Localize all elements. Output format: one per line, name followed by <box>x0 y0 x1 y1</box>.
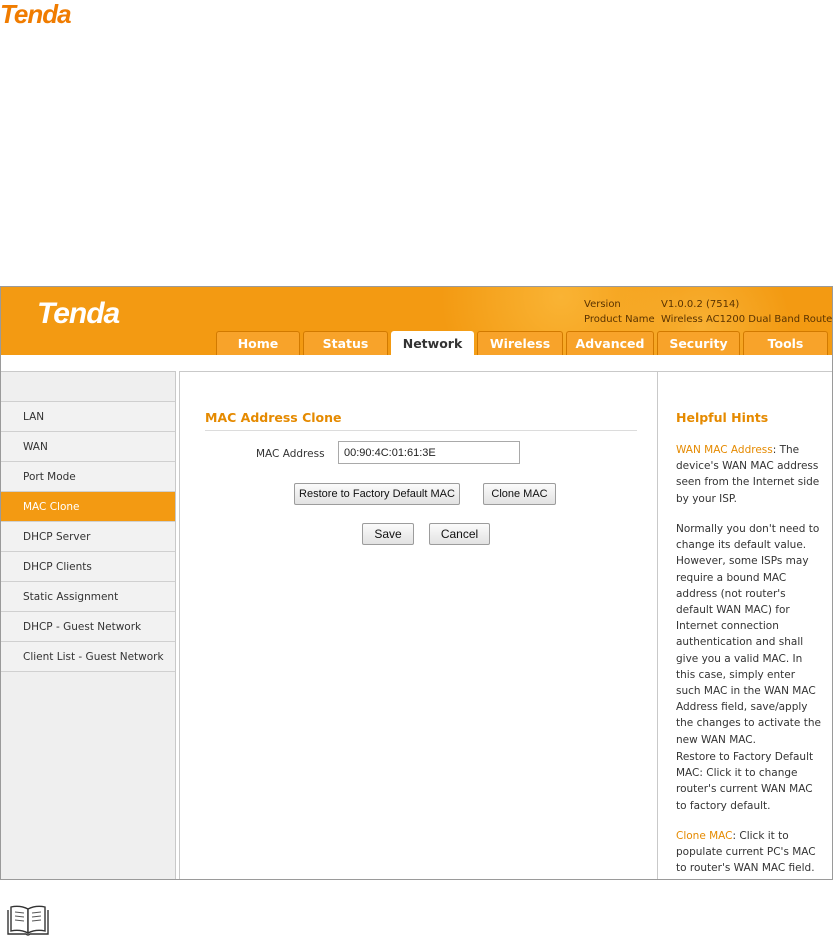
hints-title: Helpful Hints <box>676 410 769 425</box>
sidebar-item-port-mode[interactable]: Port Mode <box>1 462 175 492</box>
section-divider <box>205 430 637 431</box>
save-button[interactable]: Save <box>362 523 414 545</box>
product-name-value: Wireless AC1200 Dual Band Router <box>661 314 833 325</box>
hint-wan-mac: WAN MAC Address: The device's WAN MAC ad… <box>676 442 822 507</box>
header-logo: Tenda <box>37 297 120 330</box>
sidebar-item-mac-clone[interactable]: MAC Clone <box>1 492 175 522</box>
tab-advanced[interactable]: Advanced <box>566 331 654 355</box>
sidebar-item-static-assignment[interactable]: Static Assignment <box>1 582 175 612</box>
product-name-label: Product Name <box>584 314 655 325</box>
sidebar: LAN WAN Port Mode MAC Clone DHCP Server … <box>1 371 176 879</box>
page: Tenda Tenda Version V1.0.0.2 (7514) Prod… <box>0 0 833 945</box>
sidebar-item-wan[interactable]: WAN <box>1 432 175 462</box>
sidebar-item-dhcp-server[interactable]: DHCP Server <box>1 522 175 552</box>
book-icon <box>7 905 49 936</box>
version-info: Version V1.0.0.2 (7514) Product Name Wir… <box>584 297 833 327</box>
restore-default-mac-button[interactable]: Restore to Factory Default MAC <box>294 483 460 505</box>
hints-panel: Helpful Hints WAN MAC Address: The devic… <box>657 371 832 879</box>
sidebar-item-dhcp-clients[interactable]: DHCP Clients <box>1 552 175 582</box>
mac-address-input[interactable] <box>338 441 520 464</box>
sidebar-item-lan[interactable]: LAN <box>1 402 175 432</box>
hint-wan-mac-highlight: WAN MAC Address <box>676 444 773 456</box>
hint-clone-mac-highlight: Clone MAC <box>676 830 733 842</box>
clone-mac-button[interactable]: Clone MAC <box>483 483 556 505</box>
tab-home[interactable]: Home <box>216 331 300 355</box>
sidebar-spacer <box>1 372 175 402</box>
main-content: MAC Address Clone MAC Address Restore to… <box>179 371 657 879</box>
mac-address-label: MAC Address <box>256 448 325 460</box>
hint-normally: Normally you don't need to change its de… <box>676 523 821 746</box>
version-value: V1.0.0.2 (7514) <box>661 299 740 310</box>
hint-restore: Restore to Factory Default MAC: Click it… <box>676 751 814 812</box>
tab-network[interactable]: Network <box>391 331 474 355</box>
sub-bar <box>1 355 832 371</box>
tab-status[interactable]: Status <box>303 331 388 355</box>
section-title: MAC Address Clone <box>205 410 342 425</box>
sidebar-item-dhcp-guest-network[interactable]: DHCP - Guest Network <box>1 612 175 642</box>
tab-security[interactable]: Security <box>657 331 740 355</box>
header: Tenda Version V1.0.0.2 (7514) Product Na… <box>1 287 833 355</box>
tab-tools[interactable]: Tools <box>743 331 828 355</box>
doc-logo: Tenda <box>0 0 72 29</box>
cancel-button[interactable]: Cancel <box>429 523 490 545</box>
version-label: Version <box>584 299 621 310</box>
sidebar-item-client-list-guest-network[interactable]: Client List - Guest Network <box>1 642 175 672</box>
router-ui: Tenda Version V1.0.0.2 (7514) Product Na… <box>0 286 833 880</box>
hint-clone-mac: Clone MAC: Click it to populate current … <box>676 828 822 877</box>
main-nav-tabs: Home Status Network Wireless Advanced Se… <box>216 331 828 355</box>
tab-wireless[interactable]: Wireless <box>477 331 563 355</box>
